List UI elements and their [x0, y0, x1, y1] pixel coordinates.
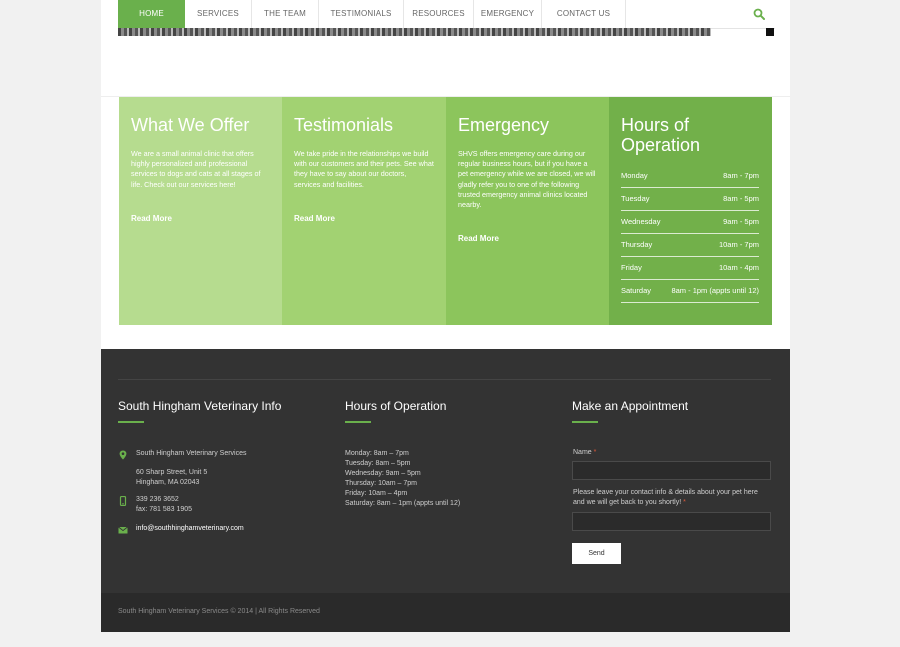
- footer-info-column: South Hingham Veterinary Info South Hing…: [118, 399, 328, 559]
- feature-text: SHVS offers emergency care during our re…: [458, 149, 596, 210]
- map-pin-icon: [119, 450, 127, 460]
- name-field[interactable]: [572, 461, 771, 480]
- appointment-title: Make an Appointment: [572, 399, 689, 413]
- read-more-link[interactable]: Read More: [131, 214, 172, 223]
- title-underline: [118, 421, 144, 423]
- feature-title: What We Offer: [131, 115, 250, 135]
- hours-row: Friday 10am - 4pm: [621, 257, 759, 280]
- hero-image-edge: [766, 28, 774, 36]
- phone-row: 339 236 3652 fax: 781 583 1905: [118, 495, 192, 515]
- feature-title: Testimonials: [294, 115, 394, 135]
- main-nav: HOME SERVICES THE TEAM TESTIMONIALS RESO…: [118, 0, 775, 29]
- footer-hours-line: Wednesday: 9am – 5pm: [345, 470, 421, 477]
- copyright-text: South Hingham Veterinary Services © 2014…: [118, 608, 320, 615]
- title-underline: [572, 421, 598, 423]
- email-link[interactable]: info@southhinghamveterinary.com: [136, 524, 244, 535]
- name-label: Name *: [573, 448, 596, 458]
- hours-row: Wednesday 9am - 5pm: [621, 211, 759, 234]
- nav-contact-us[interactable]: CONTACT US: [542, 0, 626, 28]
- nav-resources[interactable]: RESOURCES: [404, 0, 474, 28]
- hours-time: 9am - 5pm: [723, 217, 759, 226]
- hours-time: 8am - 5pm: [723, 194, 759, 203]
- footer-hours-line: Friday: 10am – 4pm: [345, 490, 408, 497]
- read-more-link[interactable]: Read More: [458, 234, 499, 243]
- copyright-bar: South Hingham Veterinary Services © 2014…: [101, 593, 790, 632]
- email-row: info@southhinghamveterinary.com: [118, 524, 244, 535]
- hero-image-bottom: [118, 28, 711, 36]
- footer-hours-list: Monday: 8am – 7pm Tuesday: 8am – 5pm Wed…: [345, 449, 545, 509]
- hours-time: 10am - 7pm: [718, 240, 759, 249]
- feature-testimonials: Testimonials We take pride in the relati…: [282, 97, 446, 325]
- address-line2: Hingham, MA 02043: [136, 479, 200, 486]
- hours-day: Monday: [621, 171, 648, 180]
- footer-hours-line: Monday: 8am – 7pm: [345, 450, 409, 457]
- footer-hours-line: Tuesday: 8am – 5pm: [345, 460, 411, 467]
- fax-number: fax: 781 583 1905: [136, 506, 193, 513]
- feature-text: We are a small animal clinic that offers…: [131, 149, 261, 189]
- nav-home[interactable]: HOME: [118, 0, 185, 28]
- read-more-link[interactable]: Read More: [294, 214, 335, 223]
- hours-day: Wednesday: [621, 217, 661, 226]
- clinic-name: South Hingham Veterinary Services: [136, 450, 247, 457]
- phone-number[interactable]: 339 236 3652: [136, 495, 192, 505]
- hours-time: 8am - 1pm (appts until 12): [671, 286, 759, 295]
- hours-row: Tuesday 8am - 5pm: [621, 188, 759, 211]
- feature-text: We take pride in the relationships we bu…: [294, 149, 434, 189]
- feature-title: Emergency: [458, 115, 550, 135]
- appointment-form: Make an Appointment Name * Please leave …: [572, 399, 772, 569]
- footer-hours-line: Saturday: 8am – 1pm (appts until 12): [345, 500, 461, 507]
- phone-icon: [119, 496, 127, 506]
- name-label-text: Name: [573, 449, 592, 456]
- footer-hours-title: Hours of Operation: [345, 399, 447, 413]
- hours-time: 8am - 7pm: [723, 171, 759, 180]
- search-icon[interactable]: [753, 8, 765, 20]
- footer: South Hingham Veterinary Info South Hing…: [101, 349, 790, 593]
- footer-divider: [118, 379, 771, 380]
- feature-title: Hours of Operation: [621, 115, 760, 155]
- message-field[interactable]: [572, 512, 771, 531]
- hours-day: Saturday: [621, 286, 652, 295]
- address-line1: 60 Sharp Street, Unit 5: [136, 469, 208, 476]
- required-mark: *: [683, 499, 686, 506]
- feature-emergency: Emergency SHVS offers emergency care dur…: [446, 97, 609, 325]
- nav-the-team[interactable]: THE TEAM: [252, 0, 319, 28]
- nav-services[interactable]: SERVICES: [185, 0, 252, 28]
- hours-title-line1: Hours of: [621, 115, 690, 135]
- hours-day: Tuesday: [621, 194, 650, 203]
- envelope-icon: [118, 526, 128, 534]
- address-row: South Hingham Veterinary Services 60 Sha…: [118, 449, 247, 488]
- feature-what-we-offer: What We Offer We are a small animal clin…: [119, 97, 282, 325]
- message-label-line2: and we will get back to you shortly!: [573, 499, 682, 506]
- nav-emergency[interactable]: EMERGENCY: [474, 0, 542, 28]
- hours-table: Monday 8am - 7pm Tuesday 8am - 5pm Wednesd…: [621, 165, 759, 303]
- send-button[interactable]: Send: [572, 543, 621, 564]
- message-label: Please leave your contact info & details…: [573, 488, 778, 508]
- hours-title-line2: Operation: [621, 135, 701, 155]
- hours-row: Thursday 10am - 7pm: [621, 234, 759, 257]
- hours-day: Friday: [621, 263, 642, 272]
- title-underline: [345, 421, 371, 423]
- required-mark: *: [593, 449, 597, 456]
- hours-row: Monday 8am - 7pm: [621, 165, 759, 188]
- hours-time: 10am - 4pm: [718, 263, 759, 272]
- hours-row: Saturday 8am - 1pm (appts until 12): [621, 280, 759, 303]
- footer-hours-line: Thursday: 10am – 7pm: [345, 480, 417, 487]
- footer-hours-column: Hours of Operation Monday: 8am – 7pm Tue…: [345, 399, 545, 509]
- hours-day: Thursday: [621, 240, 653, 249]
- footer-info-title: South Hingham Veterinary Info: [118, 399, 282, 413]
- nav-testimonials[interactable]: TESTIMONIALS: [319, 0, 404, 28]
- message-label-line1: Please leave your contact info & details…: [573, 489, 758, 496]
- feature-hours: Hours of Operation Monday 8am - 7pm Tuesda…: [609, 97, 772, 325]
